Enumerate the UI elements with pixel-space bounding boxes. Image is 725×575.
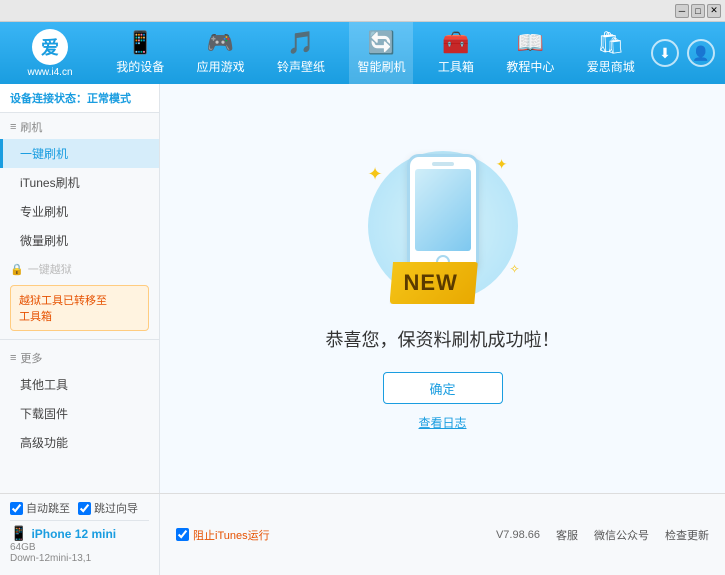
customer-service-link[interactable]: 客服 bbox=[556, 527, 578, 543]
close-button[interactable]: ✕ bbox=[707, 4, 721, 18]
bottom-content-area: 阻止iTunes运行 V7.98.66 客服 微信公众号 检查更新 bbox=[160, 494, 725, 575]
itunes-checkbox[interactable] bbox=[176, 528, 189, 541]
phone-shape bbox=[407, 154, 479, 274]
nav-tutorials[interactable]: 📖 教程中心 bbox=[498, 22, 562, 84]
main-content: NEW ✦ ✦ ✧ 恭喜您，保资料刷机成功啦！ 确定 查看日志 bbox=[160, 84, 725, 493]
nav-device-label: 我的设备 bbox=[116, 58, 164, 75]
logo-subtitle: www.i4.cn bbox=[27, 67, 72, 78]
success-text: 恭喜您，保资料刷机成功啦！ bbox=[326, 326, 560, 352]
device-firmware: Down-12mini-13,1 bbox=[10, 553, 149, 564]
title-bar: ─ □ ✕ bbox=[0, 0, 725, 22]
wechat-link[interactable]: 微信公众号 bbox=[594, 527, 649, 543]
sidebar: 设备连接状态：正常模式 ≡ 刷机 一键刷机 iTunes刷机 专业刷机 微量刷机… bbox=[0, 84, 160, 493]
nav-tutorials-label: 教程中心 bbox=[506, 58, 554, 75]
bottom-links-row: V7.98.66 客服 微信公众号 检查更新 bbox=[496, 527, 709, 543]
check-update-link[interactable]: 检查更新 bbox=[665, 527, 709, 543]
lock-icon: 🔒 bbox=[10, 263, 24, 276]
nav-mall[interactable]: 🛍 爱思商城 bbox=[579, 22, 643, 84]
jailbreak-note: 越狱工具已转移至工具箱 bbox=[10, 285, 149, 331]
nav-flash-label: 智能刷机 bbox=[357, 58, 405, 75]
nav-actions: ⬇ 👤 bbox=[651, 39, 725, 67]
nav-my-device[interactable]: 📱 我的设备 bbox=[108, 22, 172, 84]
status-value: 正常模式 bbox=[87, 93, 131, 105]
itunes-label: 阻止iTunes运行 bbox=[193, 527, 270, 543]
sidebar-divider bbox=[0, 339, 159, 340]
auto-jump-label: 自动跳至 bbox=[26, 500, 70, 516]
section-more-icon: ≡ bbox=[10, 352, 16, 364]
nav-apps-label: 应用游戏 bbox=[197, 58, 245, 75]
nav-toolbox[interactable]: 🧰 工具箱 bbox=[430, 22, 482, 84]
sidebar-section-flash: ≡ 刷机 bbox=[0, 113, 159, 139]
section-jailbreak-label: 一键越狱 bbox=[28, 261, 72, 277]
confirm-button[interactable]: 确定 bbox=[383, 372, 503, 404]
window-controls[interactable]: ─ □ ✕ bbox=[675, 4, 721, 18]
sidebar-item-advanced[interactable]: 高级功能 bbox=[0, 428, 159, 457]
nav-ringtones[interactable]: 🎵 铃声壁纸 bbox=[269, 22, 333, 84]
nav-items: 📱 我的设备 🎮 应用游戏 🎵 铃声壁纸 🔄 智能刷机 🧰 工具箱 📖 教程中心… bbox=[100, 22, 651, 84]
download-button[interactable]: ⬇ bbox=[651, 39, 679, 67]
nav-ringtones-icon: 🎵 bbox=[287, 32, 314, 54]
main-area: 设备连接状态：正常模式 ≡ 刷机 一键刷机 iTunes刷机 专业刷机 微量刷机… bbox=[0, 84, 725, 493]
sidebar-item-other-tools[interactable]: 其他工具 bbox=[0, 370, 159, 399]
section-more-label: 更多 bbox=[20, 350, 42, 366]
logo-icon: 爱 bbox=[32, 29, 68, 65]
nav-apps-games[interactable]: 🎮 应用游戏 bbox=[189, 22, 253, 84]
sidebar-section-more: ≡ 更多 bbox=[0, 344, 159, 370]
skip-wizard-label: 跳过向导 bbox=[94, 500, 138, 516]
sidebar-item-one-click-flash[interactable]: 一键刷机 bbox=[0, 139, 159, 168]
new-badge: NEW bbox=[390, 262, 478, 304]
success-illustration: NEW ✦ ✦ ✧ bbox=[363, 146, 523, 306]
auto-jump-input[interactable] bbox=[10, 502, 23, 515]
maximize-button[interactable]: □ bbox=[691, 4, 705, 18]
connection-status: 设备连接状态：正常模式 bbox=[0, 84, 159, 113]
checkbox-row: 自动跳至 跳过向导 bbox=[10, 500, 149, 521]
nav-toolbox-label: 工具箱 bbox=[438, 58, 474, 75]
section-flash-label: 刷机 bbox=[20, 119, 42, 135]
phone-icon: 📱 bbox=[10, 525, 27, 542]
status-label: 设备连接状态： bbox=[10, 93, 87, 105]
minimize-button[interactable]: ─ bbox=[675, 4, 689, 18]
nav-flash-icon: 🔄 bbox=[368, 32, 395, 54]
sparkle-left-icon: ✦ bbox=[368, 164, 383, 185]
skip-wizard-input[interactable] bbox=[78, 502, 91, 515]
nav-ringtones-label: 铃声壁纸 bbox=[277, 58, 325, 75]
nav-mall-label: 爱思商城 bbox=[587, 58, 635, 75]
section-flash-icon: ≡ bbox=[10, 121, 16, 133]
nav-toolbox-icon: 🧰 bbox=[442, 32, 469, 54]
logo-area: 爱 www.i4.cn bbox=[0, 22, 100, 84]
auto-jump-checkbox[interactable]: 自动跳至 bbox=[10, 500, 70, 516]
version-label: V7.98.66 bbox=[496, 529, 540, 541]
bottom-combined: 自动跳至 跳过向导 📱 iPhone 12 mini 64GB Down-12m… bbox=[0, 493, 725, 575]
device-name: iPhone 12 mini bbox=[31, 527, 116, 541]
sparkle-bottom-icon: ✧ bbox=[509, 262, 519, 276]
nav-apps-icon: 🎮 bbox=[207, 32, 234, 54]
sidebar-section-jailbreak: 🔒 一键越狱 bbox=[0, 255, 159, 281]
device-info-block: 📱 iPhone 12 mini 64GB Down-12mini-13,1 bbox=[10, 521, 149, 564]
user-button[interactable]: 👤 bbox=[687, 39, 715, 67]
sparkle-right-icon: ✦ bbox=[496, 156, 508, 173]
nav-mall-icon: 🛍 bbox=[597, 32, 625, 54]
sidebar-item-itunes-flash[interactable]: iTunes刷机 bbox=[0, 168, 159, 197]
sidebar-item-download-firmware[interactable]: 下载固件 bbox=[0, 399, 159, 428]
nav-smart-flash[interactable]: 🔄 智能刷机 bbox=[349, 22, 413, 84]
device-name-row: 📱 iPhone 12 mini bbox=[10, 525, 149, 542]
device-storage: 64GB bbox=[10, 542, 149, 553]
header: 爱 www.i4.cn 📱 我的设备 🎮 应用游戏 🎵 铃声壁纸 🔄 智能刷机 … bbox=[0, 22, 725, 84]
nav-device-icon: 📱 bbox=[127, 32, 154, 54]
daily-link[interactable]: 查看日志 bbox=[418, 414, 466, 431]
skip-wizard-checkbox[interactable]: 跳过向导 bbox=[78, 500, 138, 516]
sidebar-item-save-flash[interactable]: 微量刷机 bbox=[0, 226, 159, 255]
itunes-status: 阻止iTunes运行 bbox=[176, 527, 270, 543]
itunes-status-row: 阻止iTunes运行 bbox=[176, 527, 270, 543]
bottom-sidebar-area: 自动跳至 跳过向导 📱 iPhone 12 mini 64GB Down-12m… bbox=[0, 494, 160, 575]
sidebar-item-pro-flash[interactable]: 专业刷机 bbox=[0, 197, 159, 226]
nav-tutorials-icon: 📖 bbox=[517, 32, 544, 54]
